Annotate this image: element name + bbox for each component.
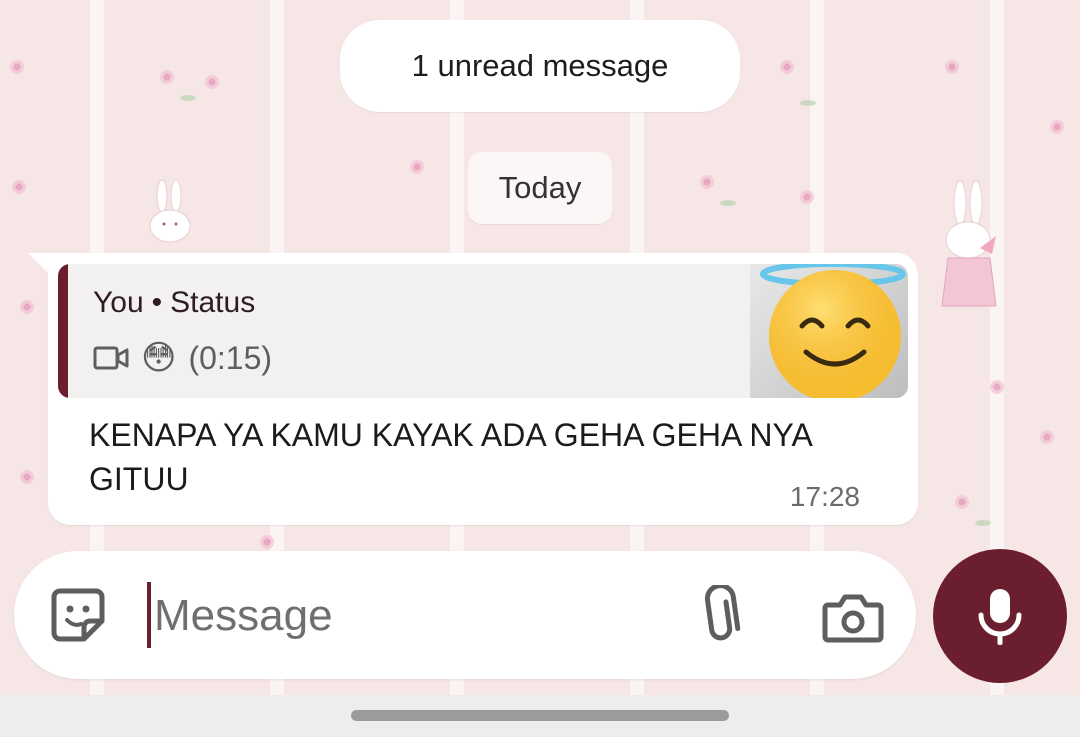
message-bubble[interactable]: You • Status 😳 (0:15) KENAPA YA KAMU KAY… [48, 253, 918, 525]
microphone-icon [978, 589, 1022, 645]
reply-meta: 😳 (0:15) [93, 336, 272, 380]
reply-accent-bar [58, 264, 68, 398]
wallpaper-flower [990, 380, 1004, 394]
home-gesture-handle[interactable] [351, 710, 729, 721]
wallpaper-leaf [800, 100, 816, 106]
wallpaper-flower [945, 60, 959, 74]
bunny-illustration [149, 179, 191, 243]
smiling-halo-face-icon [760, 264, 906, 398]
date-separator: Today [468, 152, 612, 224]
bunny-illustration [941, 180, 997, 307]
wallpaper-flower [1050, 120, 1064, 134]
wallpaper-flower [410, 160, 424, 174]
reply-context: Status [170, 286, 256, 319]
quoted-status-reply[interactable]: You • Status 😳 (0:15) [58, 264, 908, 398]
wallpaper-leaf [975, 520, 991, 526]
video-icon [93, 346, 129, 370]
bubble-tail [28, 253, 50, 275]
wallpaper-flower [12, 180, 26, 194]
reply-header: You • Status [93, 286, 255, 320]
wallpaper-flower [955, 495, 969, 509]
paperclip-icon[interactable] [694, 585, 744, 649]
wallpaper-flower [205, 75, 219, 89]
reply-duration: (0:15) [188, 339, 273, 376]
reply-separator: • [151, 286, 163, 319]
message-text: KENAPA YA KAMU KAYAK ADA GEHA GEHA NYA G… [89, 417, 812, 497]
unread-messages-banner: 1 unread message [340, 20, 740, 112]
wallpaper-flower [160, 70, 174, 84]
sticker-icon[interactable] [48, 585, 108, 645]
status-thumbnail [750, 264, 908, 398]
reply-emoji: 😳 [141, 339, 177, 377]
wallpaper-flower [1040, 430, 1054, 444]
wallpaper-flower [260, 535, 274, 549]
reply-author: You [93, 286, 144, 319]
system-navigation-bar [0, 695, 1080, 737]
wallpaper-flower [10, 60, 24, 74]
camera-icon[interactable] [822, 591, 884, 643]
text-caret [147, 582, 151, 648]
wallpaper-leaf [720, 200, 736, 206]
message-composer [14, 551, 916, 679]
message-input[interactable] [152, 577, 676, 655]
message-timestamp: 17:28 [789, 481, 860, 512]
wallpaper-flower [780, 60, 794, 74]
wallpaper-flower [800, 190, 814, 204]
wallpaper-flower [700, 175, 714, 189]
wallpaper-leaf [180, 95, 196, 101]
voice-message-button[interactable] [933, 549, 1067, 683]
wallpaper-flower [20, 300, 34, 314]
wallpaper-flower [20, 470, 34, 484]
